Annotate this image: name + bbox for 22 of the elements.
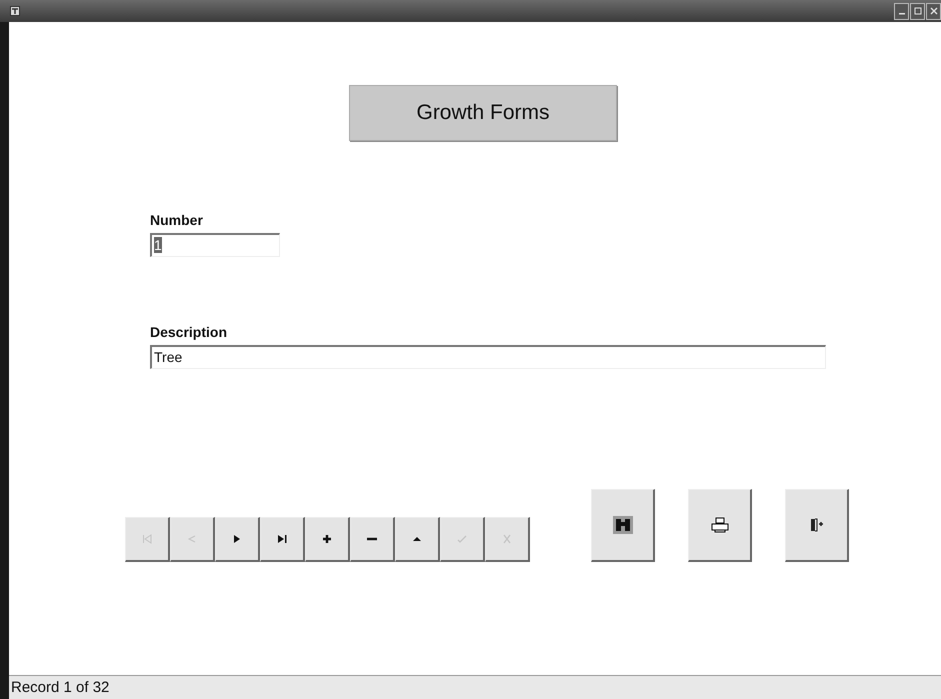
exit-button[interactable]: [785, 489, 849, 562]
field-label: Number: [150, 212, 204, 228]
input-field[interactable]: Tree: [150, 345, 826, 369]
last-record-button[interactable]: [260, 517, 305, 562]
next-record-button[interactable]: [215, 517, 260, 562]
input-field[interactable]: 1: [150, 233, 280, 257]
maximize-icon: [914, 7, 922, 15]
print-button[interactable]: [688, 489, 752, 562]
app-icon: [10, 6, 20, 16]
printer-icon: [710, 517, 728, 533]
form-title: Growth Forms: [349, 85, 617, 141]
find-button[interactable]: [591, 489, 655, 562]
add-record-button[interactable]: [305, 517, 350, 562]
door-exit-icon: [808, 517, 824, 533]
edit-record-button[interactable]: [395, 517, 440, 562]
minimize-button[interactable]: [894, 2, 909, 20]
maximize-button[interactable]: [910, 2, 925, 20]
delete-record-button[interactable]: [350, 517, 395, 562]
close-icon: [930, 7, 938, 15]
close-button[interactable]: [926, 2, 941, 20]
status-bar: Record 1 of 32: [9, 675, 941, 699]
field-label: Description: [150, 324, 228, 340]
